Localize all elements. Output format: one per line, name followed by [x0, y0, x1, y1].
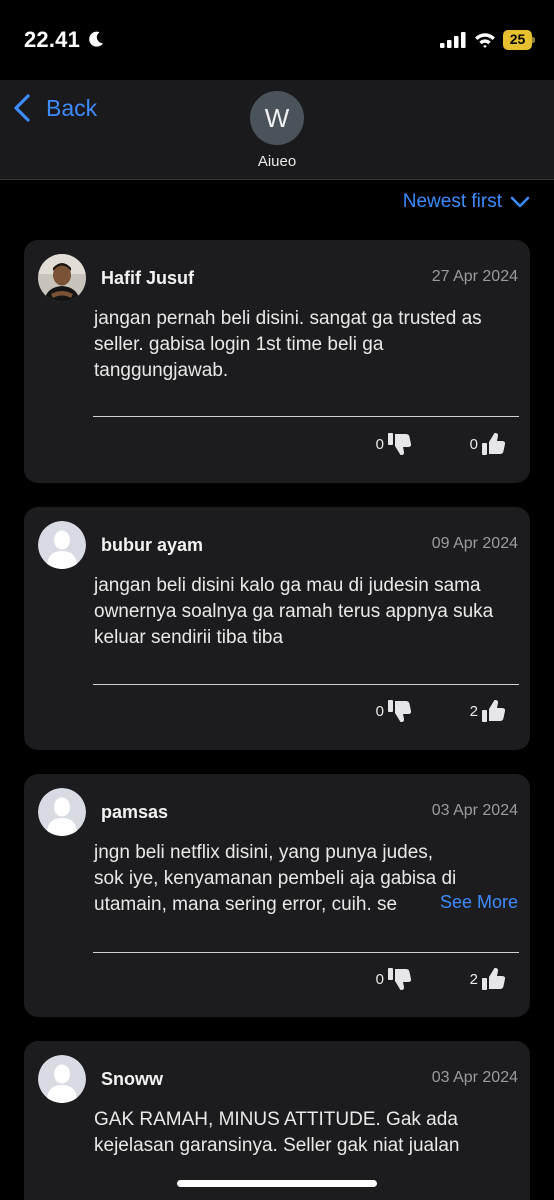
store-avatar: W [250, 91, 304, 145]
thumbs-up-icon[interactable] [482, 699, 506, 723]
status-time: 22.41 [24, 27, 81, 52]
vote-row: 0 2 [368, 967, 518, 993]
battery-level: 25 [509, 31, 526, 47]
like-count: 2 [469, 703, 478, 720]
default-user-icon [38, 521, 86, 569]
sort-dropdown[interactable]: Newest first [403, 191, 530, 213]
default-user-icon [38, 1055, 86, 1103]
reviewer-avatar-default [38, 521, 86, 569]
review-text: GAK RAMAH, MINUS ATTITUDE. Gak ada kejel… [94, 1109, 460, 1156]
chevron-left-icon [14, 94, 30, 122]
like-count: 0 [469, 436, 478, 453]
status-bar: 22.41 25 [0, 0, 554, 80]
dislike-count: 0 [375, 971, 384, 988]
see-more-link[interactable]: See More [421, 892, 518, 913]
reviewer-name: Snoww [101, 1069, 163, 1089]
review-card: bubur ayam 09 Apr 2024 jangan beli disin… [24, 507, 530, 750]
review-text-line: sok iye, kenyamanan pembeli aja gabisa d… [94, 868, 457, 889]
thumbs-down-icon[interactable] [388, 432, 412, 456]
vote-row: 0 0 [368, 432, 518, 458]
user-photo-icon [38, 254, 86, 302]
wifi-icon [475, 33, 495, 48]
reviewer-name: Hafif Jusuf [101, 268, 195, 288]
review-date: 03 Apr 2024 [431, 802, 518, 819]
thumbs-up-icon[interactable] [482, 432, 506, 456]
default-user-icon [38, 788, 86, 836]
reviews-screen: 22.41 25 Back W Aiueo Newest first Hafif… [0, 0, 554, 1200]
chevron-down-icon [510, 196, 530, 208]
thumbs-up-icon[interactable] [482, 967, 506, 991]
review-date: 03 Apr 2024 [431, 1069, 518, 1086]
back-label: Back [46, 94, 98, 121]
review-text: jangan beli disini kalo ga mau di judesi… [94, 575, 494, 648]
review-date: 09 Apr 2024 [431, 535, 518, 552]
divider [93, 416, 519, 417]
reviewer-avatar-default [38, 1055, 86, 1103]
store-name: Aiueo [257, 153, 297, 170]
moon-icon [89, 31, 103, 47]
vote-row: 0 2 [368, 699, 518, 725]
review-card: Snoww 03 Apr 2024 GAK RAMAH, MINUS ATTIT… [24, 1041, 530, 1200]
battery-charging-icon: 25 [503, 30, 535, 50]
dislike-count: 0 [375, 436, 384, 453]
reviewer-name: bubur ayam [101, 535, 204, 555]
divider [93, 952, 519, 953]
review-text: jangan pernah beli disini. sangat ga tru… [94, 308, 482, 381]
review-date: 27 Apr 2024 [431, 268, 518, 285]
thumbs-down-icon[interactable] [388, 699, 412, 723]
nav-header: Back W Aiueo [0, 80, 554, 180]
like-count: 2 [469, 971, 478, 988]
reviewer-avatar-photo [38, 254, 86, 302]
back-button[interactable]: Back [12, 92, 97, 124]
review-card: Hafif Jusuf 27 Apr 2024 jangan pernah be… [24, 240, 530, 483]
review-card: pamsas 03 Apr 2024 jngn beli netflix dis… [24, 774, 530, 1017]
thumbs-down-icon[interactable] [388, 967, 412, 991]
review-text-line: jngn beli netflix disini, yang punya jud… [94, 842, 434, 863]
divider [93, 684, 519, 685]
cellular-signal-icon [440, 32, 466, 48]
dislike-count: 0 [375, 703, 384, 720]
sort-label: Newest first [402, 191, 502, 212]
reviewer-avatar-default [38, 788, 86, 836]
reviewer-name: pamsas [101, 802, 169, 822]
home-indicator[interactable] [177, 1180, 377, 1187]
